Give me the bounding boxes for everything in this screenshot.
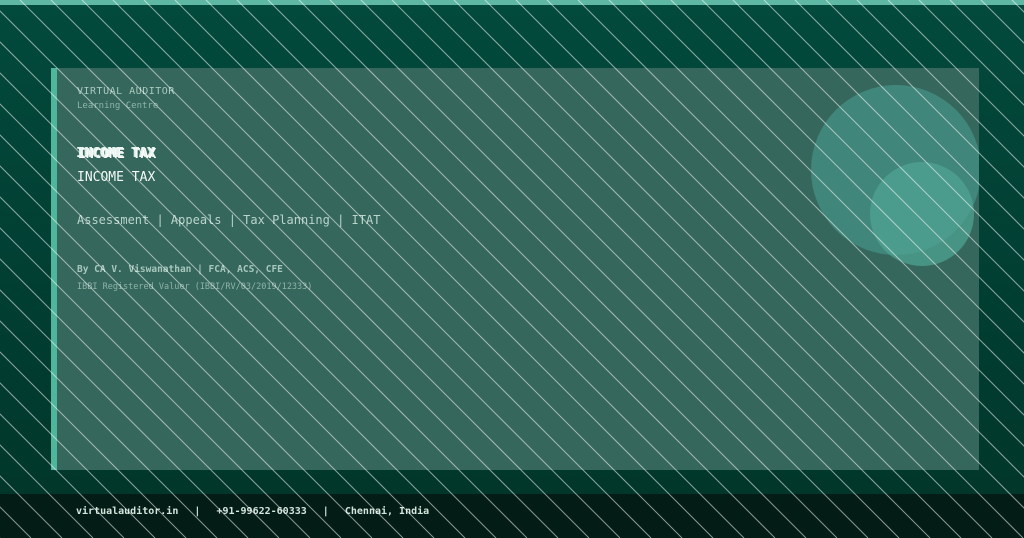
stripe-line	[980, 0, 1024, 44]
footer-phone[interactable]: +91-99622-60333	[216, 506, 306, 517]
topic-list: Assessment | Appeals | Tax Planning | IT…	[77, 213, 381, 227]
footer-separator: |	[322, 506, 329, 517]
hero-title-outline: INCOME TAX	[77, 146, 156, 161]
brand-tagline: Learning Centre	[77, 101, 159, 111]
brand-name: VIRTUAL AUDITOR	[77, 86, 175, 97]
banner: VIRTUAL AUDITOR Learning Centre INCOME T…	[0, 0, 1024, 538]
author-byline: By CA V. Viswanathan | FCA, ACS, CFE	[77, 264, 283, 275]
footer-location: Chennai, India	[344, 506, 430, 517]
decorative-circle-small	[870, 162, 974, 266]
footer-contact: virtualauditor.in | +91-99622-60333 | Ch…	[76, 506, 429, 517]
footer-website[interactable]: virtualauditor.in	[76, 506, 178, 517]
footer-separator: |	[194, 506, 201, 517]
hero-title: INCOME TAX	[77, 170, 156, 185]
content-card: VIRTUAL AUDITOR Learning Centre INCOME T…	[51, 68, 979, 470]
top-accent-strip	[0, 0, 1024, 5]
stripe-line	[1011, 0, 1024, 13]
stripe-line	[0, 506, 32, 538]
author-registration: IBBI Registered Valuer (IBBI/RV/03/2019/…	[77, 282, 313, 292]
footer-bar: virtualauditor.in | +91-99622-60333 | Ch…	[0, 494, 1024, 538]
